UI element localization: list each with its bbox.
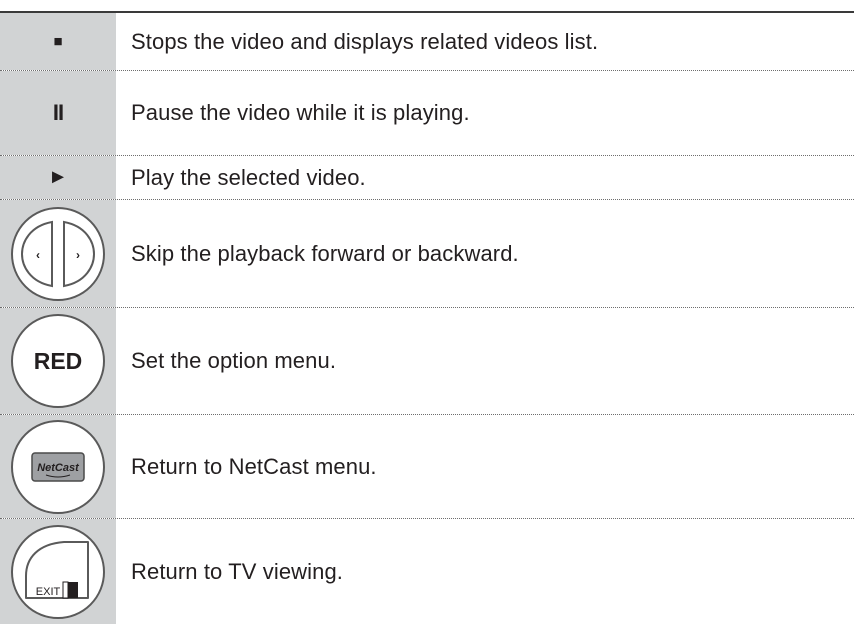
icon-cell: ‹ › [0,200,116,307]
row-description: Skip the playback forward or backward. [131,240,519,266]
row-description: Pause the video while it is playing. [131,100,470,125]
pause-icon: II [52,100,64,125]
icon-cell: RED [0,308,116,414]
red-button-icon: RED [11,314,105,408]
row-description: Stops the video and displays related vid… [131,28,599,54]
netcast-button-icon: NetCast [11,419,105,514]
svg-text:EXIT: EXIT [36,586,61,598]
icon-cell: ► [0,156,116,199]
svg-text:‹: ‹ [36,248,40,262]
stop-icon: ■ [53,33,63,50]
table-row: NetCast Return to NetCast menu. [0,415,854,519]
remote-button-table: ■ Stops the video and displays related v… [0,11,854,624]
table-row: EXIT Return to TV viewing. [0,519,854,624]
icon-cell: ■ [0,13,116,70]
exit-button-icon: EXIT [11,524,105,619]
red-button-label: RED [33,347,83,374]
svg-text:›: › [76,248,80,262]
icon-cell: NetCast [0,415,116,518]
table-row: II Pause the video while it is playing. [0,71,854,156]
row-description: Return to TV viewing. [131,558,344,584]
left-right-skip-icon: ‹ › [11,206,105,301]
play-icon: ► [48,166,68,188]
table-row: RED Set the option menu. [0,308,854,415]
table-row: ‹ › Skip the playback forward or backwar… [0,200,854,308]
row-description: Return to NetCast menu. [131,453,377,479]
table-row: ■ Stops the video and displays related v… [0,13,854,71]
icon-cell: EXIT [0,519,116,624]
row-description: Play the selected video. [131,164,366,190]
row-description: Set the option menu. [131,348,337,373]
table-row: ► Play the selected video. [0,156,854,200]
svg-text:NetCast: NetCast [37,462,80,474]
icon-cell: II [0,71,116,155]
